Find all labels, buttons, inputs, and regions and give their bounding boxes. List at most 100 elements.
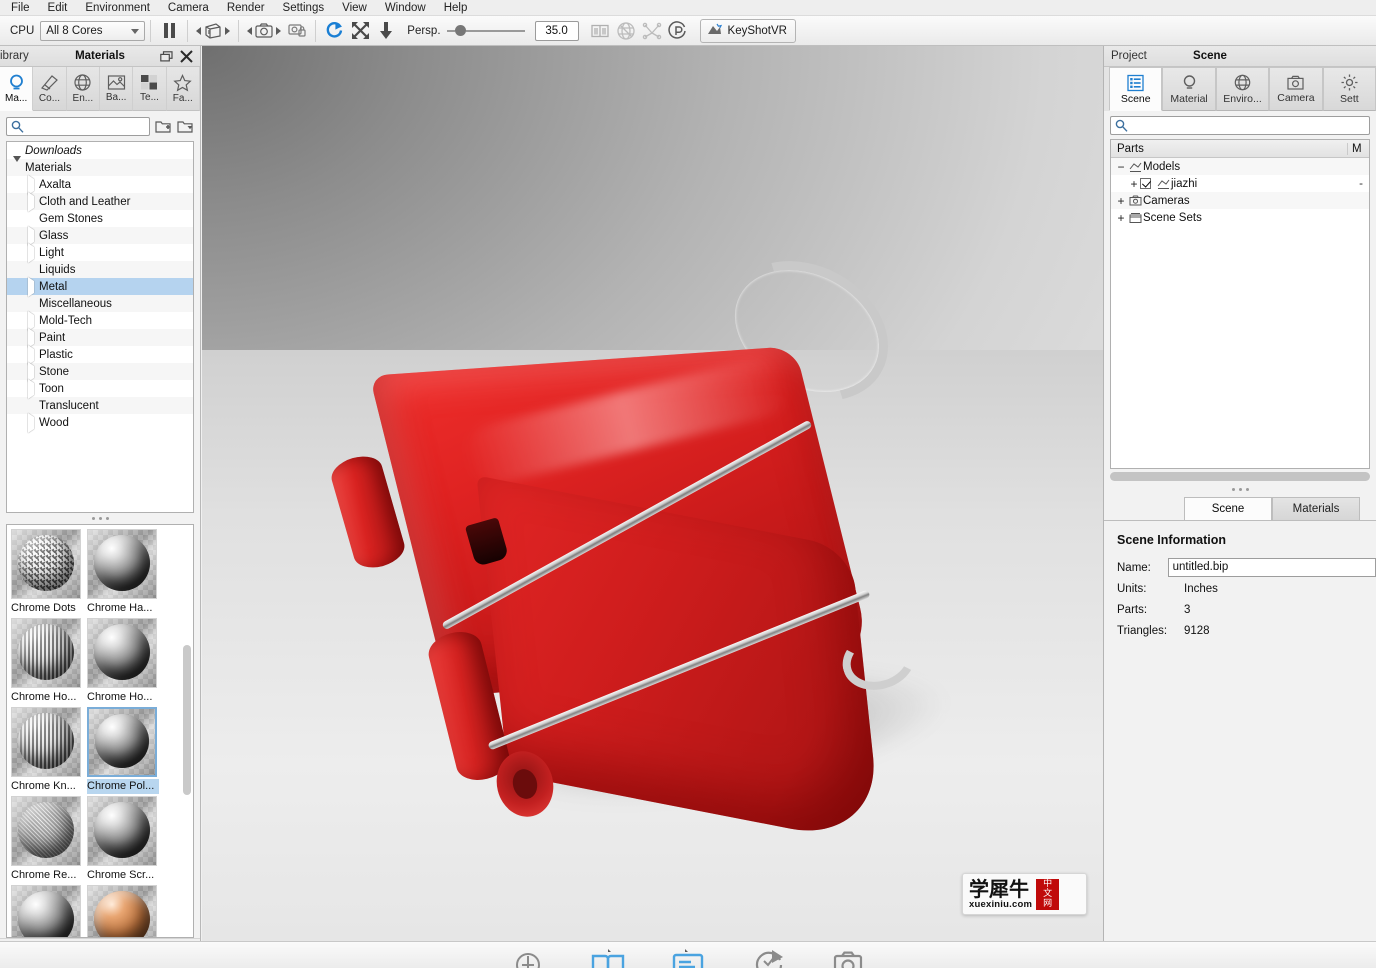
menu-item-environment[interactable]: Environment [76,0,159,16]
project-search-box[interactable] [1110,115,1370,135]
fov-slider[interactable] [446,25,525,36]
chevron-right-icon[interactable] [25,327,39,348]
material-category-toon[interactable]: Toon [7,378,193,399]
material-thumbnail[interactable]: Chrome Pol... [87,707,159,794]
parts-tree-row[interactable]: + Scene Sets [1111,209,1369,226]
model-binder-clip[interactable] [322,233,1042,856]
parts-tree-row[interactable]: − Models [1111,158,1369,175]
parts-tree-row[interactable]: + jiazhi - [1111,175,1369,192]
network-button[interactable] [639,18,665,44]
chevron-right-icon[interactable] [25,344,39,365]
project-search-input[interactable] [1131,119,1369,131]
panel-splitter-project[interactable] [1104,484,1376,495]
material-category-gem-stones[interactable]: Gem Stones [7,210,193,227]
material-thumbnail-grid[interactable]: Chrome Dots Chrome Ha... Chrome Ho... Chrom… [6,524,194,938]
library-tab-textures[interactable]: Te... [133,67,167,111]
split-view-button[interactable] [587,18,613,44]
parts-tree-row[interactable]: + Cameras [1111,192,1369,209]
material-thumbnail[interactable]: Chrome Ho... [87,618,159,705]
menu-item-window[interactable]: Window [376,0,435,16]
material-thumbnail[interactable]: Chrome Scr... [87,796,159,883]
import-button[interactable] [193,18,233,44]
project-tab-settings[interactable]: Sett [1322,67,1376,111]
chevron-right-icon[interactable] [25,361,39,382]
library-tab-backplates[interactable]: Ba... [99,67,134,111]
material-category-cloth-and-leather[interactable]: Cloth and Leather [7,191,193,212]
menu-item-view[interactable]: View [333,0,376,16]
material-category-tree[interactable]: Downloads Materials Axalta Cloth and Leathe… [6,141,194,513]
menu-item-file[interactable]: File [2,0,39,16]
material-category-materials[interactable]: Materials [7,155,193,176]
chevron-right-icon[interactable] [25,276,39,297]
material-category-liquids[interactable]: Liquids [7,261,193,278]
bottom-library-button[interactable] [585,946,631,968]
material-thumbnail[interactable]: Chrome Kn... [11,707,83,794]
collapse-icon[interactable]: − [1115,161,1127,173]
project-tab-environment[interactable]: Enviro... [1215,67,1270,111]
folder-options-icon[interactable] [177,119,194,134]
chevron-right-icon[interactable] [25,174,39,195]
keyshotvr-button[interactable]: KeyShotVR [699,18,796,43]
screenshot-button[interactable] [244,18,284,44]
material-category-miscellaneous[interactable]: Miscellaneous [7,295,193,312]
expand-icon[interactable]: + [1128,178,1140,190]
library-search-input[interactable] [27,120,149,132]
material-thumbnail[interactable]: Chrome Re... [11,796,83,883]
environment-button[interactable] [613,18,639,44]
expand-icon[interactable]: + [1115,212,1127,224]
material-category-mold-tech[interactable]: Mold-Tech [7,310,193,331]
library-tab-colors[interactable]: Co... [33,67,67,111]
material-thumbnail[interactable]: Chrome Dots [11,529,83,616]
pause-button[interactable] [156,18,182,44]
chevron-down-icon[interactable] [11,155,25,174]
material-category-downloads[interactable]: Downloads [7,142,193,159]
chevron-right-icon[interactable] [25,225,39,246]
chevron-right-icon[interactable] [25,191,39,212]
project-tab-camera[interactable]: Camera [1269,67,1323,111]
material-category-plastic[interactable]: Plastic [7,344,193,365]
material-thumbnail[interactable] [11,885,83,937]
new-folder-icon[interactable] [155,119,172,134]
material-category-light[interactable]: Light [7,242,193,263]
bottom-import-button[interactable] [505,946,551,968]
download-button[interactable] [373,18,399,44]
sub-tab-scene[interactable]: Scene [1184,497,1272,520]
material-category-paint[interactable]: Paint [7,327,193,348]
material-category-metal[interactable]: Metal [7,276,193,297]
bottom-render-button[interactable] [825,946,871,968]
resize-button[interactable] [347,18,373,44]
chevron-right-icon[interactable] [25,310,39,331]
library-search-box[interactable] [6,116,150,136]
close-icon[interactable] [180,49,193,63]
slider-knob[interactable] [454,25,466,36]
chevron-right-icon[interactable] [25,378,39,399]
bottom-project-button[interactable] [665,946,711,968]
material-thumbnail[interactable]: Chrome Ho... [11,618,83,705]
expand-icon[interactable]: + [1115,195,1127,207]
bottom-animation-button[interactable] [745,946,791,968]
library-tab-favorites[interactable]: Fa... [166,67,200,111]
material-thumbnail[interactable] [87,885,159,937]
thumbnails-scrollbar[interactable] [183,645,191,795]
menu-item-edit[interactable]: Edit [39,0,77,16]
scene-name-input[interactable]: untitled.bip [1167,558,1376,577]
part-visibility-checkbox[interactable] [1140,178,1151,189]
menu-item-help[interactable]: Help [435,0,477,16]
material-category-wood[interactable]: Wood [7,412,193,433]
panel-splitter-library[interactable] [0,513,200,524]
menu-item-camera[interactable]: Camera [159,0,218,16]
render-viewport[interactable]: 学犀牛 xuexiniu.com 中 文 网 [202,46,1104,941]
menu-item-settings[interactable]: Settings [274,0,334,16]
material-category-stone[interactable]: Stone [7,361,193,382]
material-category-translucent[interactable]: Translucent [7,397,193,414]
fov-input[interactable]: 35.0 [534,20,579,41]
chevron-right-icon[interactable] [25,242,39,263]
material-thumbnail[interactable]: Chrome Ha... [87,529,159,616]
sub-tab-materials[interactable]: Materials [1272,497,1360,520]
menu-item-render[interactable]: Render [218,0,274,16]
chevron-right-icon[interactable] [25,412,39,433]
parts-horizontal-scrollbar[interactable] [1110,472,1370,481]
lock-screenshot-button[interactable] [284,18,310,44]
restore-icon[interactable] [160,50,173,62]
library-tab-materials[interactable]: Ma... [0,67,34,111]
